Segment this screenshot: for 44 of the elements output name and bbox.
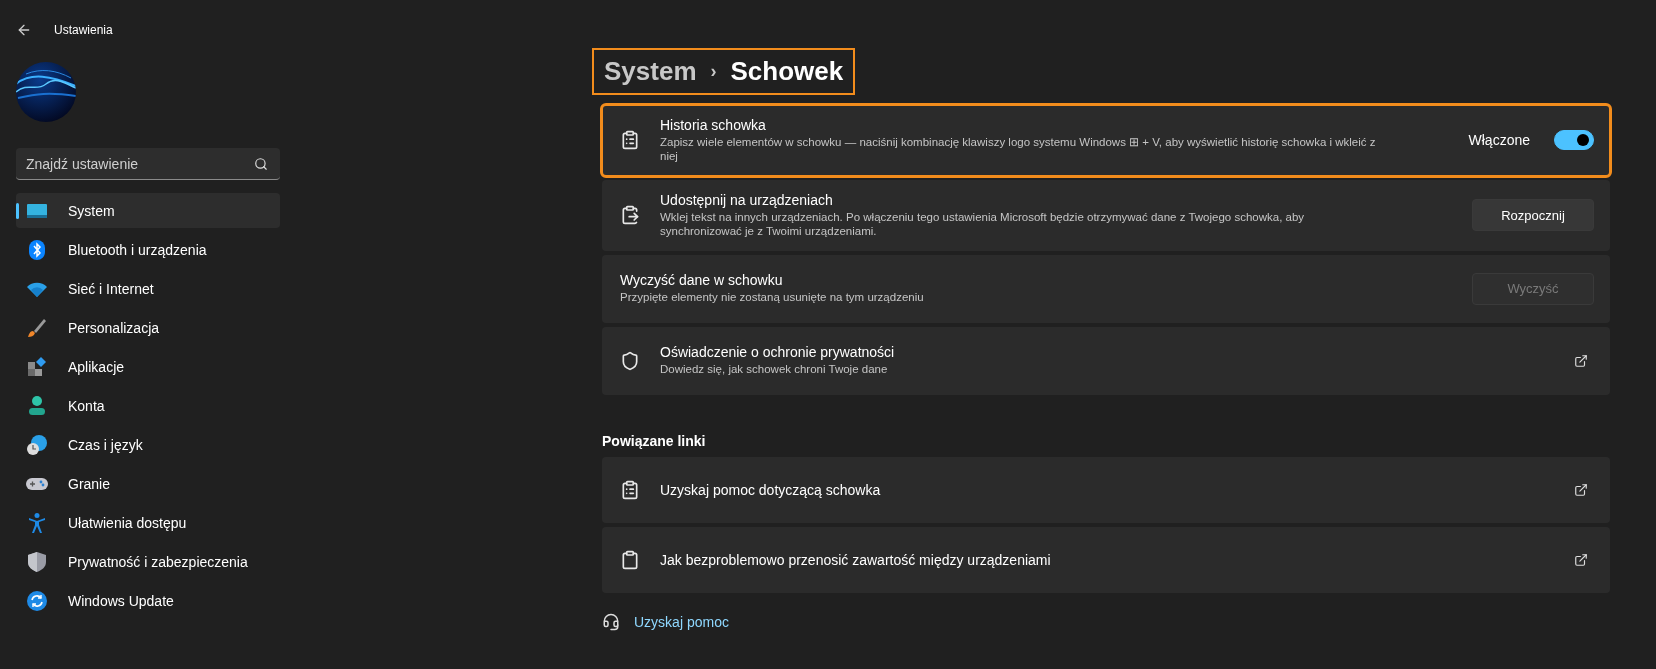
- nav-item[interactable]: Prywatność i zabezpieczenia: [16, 544, 280, 579]
- search-field[interactable]: Znajdź ustawienie: [16, 148, 280, 180]
- section-heading: Powiązane linki: [602, 432, 707, 449]
- setting-description: Zapisz wiele elementów w schowku — naciśnij kombinację klawiszy logo systemu Windows ⊞ + V, aby wyświetlić historię schowka i wkleić z niej: [660, 136, 1376, 163]
- nav-item[interactable]: Sieć i Internet: [16, 271, 280, 306]
- action-button[interactable]: Rozpocznij: [1472, 199, 1594, 232]
- nav-label: Granie: [68, 475, 111, 492]
- nav-item[interactable]: Ułatwienia dostępu: [16, 505, 280, 540]
- link-title: Jak bezproblemowo przenosić zawartość między urządzeniami: [660, 551, 1052, 568]
- setting-title: Oświadczenie o ochronie prywatności: [660, 344, 896, 361]
- nav-item[interactable]: Windows Update: [16, 583, 280, 618]
- nav-item[interactable]: Aplikacje: [16, 349, 280, 384]
- nav-item[interactable]: Bluetooth i urządzenia: [16, 232, 280, 267]
- nav-label: Sieć i Internet: [68, 280, 154, 297]
- nav-label: Czas i język: [68, 436, 143, 453]
- nav-label: Bluetooth i urządzenia: [68, 241, 207, 258]
- nav-label: System: [68, 202, 115, 219]
- nav-item[interactable]: Konta: [16, 388, 280, 423]
- nav-item[interactable]: System: [16, 193, 280, 228]
- setting-title: Wyczyść dane w schowku: [620, 272, 784, 289]
- setting-description: Dowiedz się, jak schowek chroni Twoje dane: [660, 363, 888, 376]
- nav-item[interactable]: Granie: [16, 466, 280, 501]
- related-link-card[interactable]: Jak bezproblemowo przenosić zawartość między urządzeniami: [602, 526, 1610, 593]
- setting-title: Udostępnij na urządzeniach: [660, 191, 834, 208]
- breadcrumb-separator: ›: [710, 61, 717, 82]
- setting-description: Przypięte elementy nie zostaną usunięte na tym urządzeniu: [620, 291, 924, 304]
- setting-title: Historia schowka: [660, 117, 767, 133]
- nav-label: Konta: [68, 397, 105, 414]
- related-link-card[interactable]: Uzyskaj pomoc dotyczącą schowka: [602, 456, 1610, 523]
- nav-label: Windows Update: [68, 592, 174, 609]
- breadcrumb-parent[interactable]: System: [604, 56, 697, 87]
- nav-label: Prywatność i zabezpieczenia: [68, 553, 248, 570]
- nav-label: Personalizacja: [68, 319, 160, 336]
- toggle-state-label: Włączone: [1468, 132, 1530, 149]
- nav-label: Aplikacje: [68, 358, 125, 375]
- help-link[interactable]: Uzyskaj pomoc: [634, 613, 729, 630]
- nav-item[interactable]: Personalizacja: [16, 310, 280, 345]
- setting-description: Wklej tekst na innych urządzeniach. Po włączeniu tego ustawienia Microsoft będzie otrzymywać dane z Twojego schowka, aby synchronizować je z Twoimi urządzeniami.: [660, 210, 1305, 238]
- nav-label: Ułatwienia dostępu: [68, 514, 187, 531]
- setting-card[interactable]: Oświadczenie o ochronie prywatności Dowiedz się, jak schowek chroni Twoje dane: [602, 326, 1610, 395]
- window-title: Ustawienia: [54, 23, 113, 37]
- page-title: Schowek: [730, 56, 844, 87]
- nav-item[interactable]: Czas i język: [16, 427, 280, 462]
- link-title: Uzyskaj pomoc dotyczącą schowka: [660, 481, 882, 498]
